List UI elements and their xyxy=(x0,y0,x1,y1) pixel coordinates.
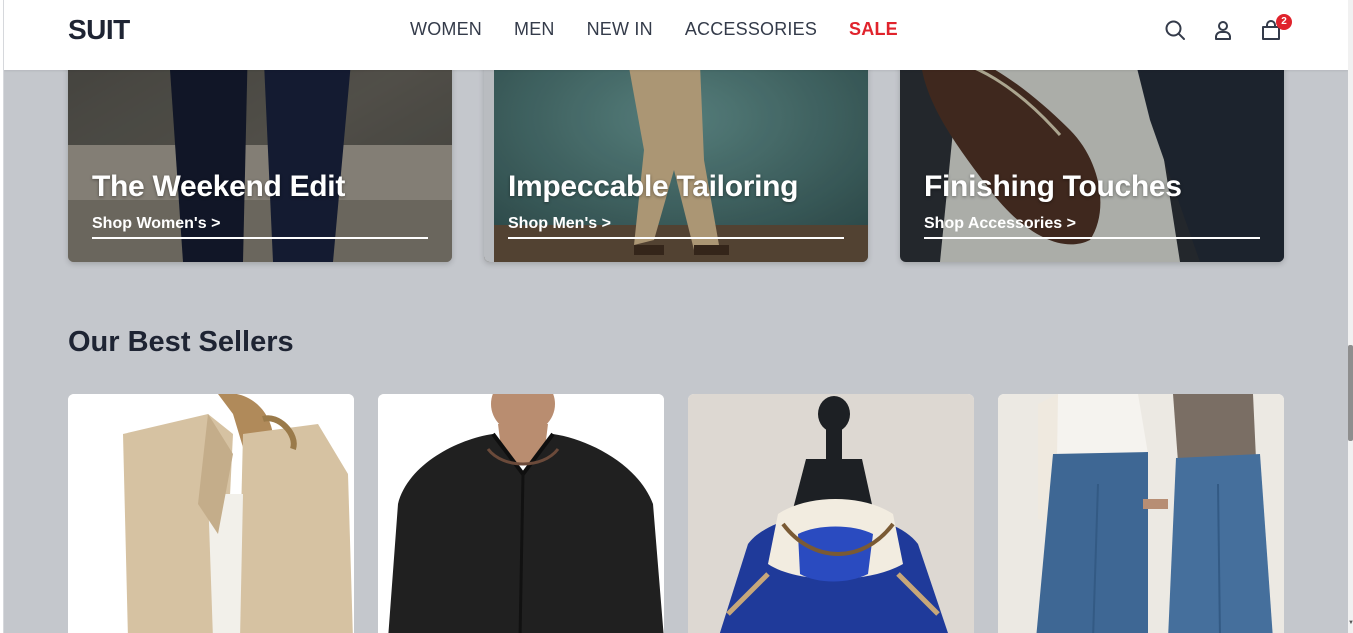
product-image-jeans xyxy=(998,394,1284,633)
category-card-men[interactable]: Impeccable Tailoring Shop Men's > xyxy=(484,40,868,262)
category-title: Impeccable Tailoring xyxy=(508,170,799,203)
category-title: Finishing Touches xyxy=(924,170,1182,203)
product-image-scarf xyxy=(688,394,974,633)
product-card-blazer[interactable] xyxy=(68,394,354,633)
product-card-silk-scarf[interactable] xyxy=(688,394,974,633)
product-image-blazer xyxy=(68,394,354,633)
product-image-shirt xyxy=(378,394,664,633)
cart-count-badge: 2 xyxy=(1276,14,1292,30)
shop-accessories-link[interactable]: Shop Accessories > xyxy=(924,215,1260,239)
product-card-linen-shirt[interactable] xyxy=(378,394,664,633)
category-title: The Weekend Edit xyxy=(92,170,346,203)
search-icon[interactable] xyxy=(1163,18,1187,42)
shop-men-link[interactable]: Shop Men's > xyxy=(508,215,844,239)
shop-women-link[interactable]: Shop Women's > xyxy=(92,215,428,239)
nav-sale[interactable]: SALE xyxy=(849,18,898,40)
site-logo[interactable]: SUIT xyxy=(68,14,130,46)
scroll-down-arrow-icon[interactable]: ▼ xyxy=(1348,619,1353,627)
window-edge xyxy=(0,0,4,633)
category-card-accessories[interactable]: Finishing Touches Shop Accessories > xyxy=(900,40,1284,262)
category-card-women[interactable]: The Weekend Edit Shop Women's > xyxy=(68,40,452,262)
nav-men[interactable]: MEN xyxy=(514,18,555,40)
nav-accessories[interactable]: ACCESSORIES xyxy=(685,18,817,40)
nav-women[interactable]: WOMEN xyxy=(410,18,482,40)
product-card-wide-jeans[interactable] xyxy=(998,394,1284,633)
main-nav: WOMEN MEN NEW IN ACCESSORIES SALE xyxy=(410,18,930,40)
page-scrollbar[interactable]: ▼ xyxy=(1348,0,1353,633)
user-icon[interactable] xyxy=(1211,18,1235,42)
site-header: SUIT WOMEN MEN NEW IN ACCESSORIES SALE 2 xyxy=(4,0,1348,70)
scrollbar-thumb[interactable] xyxy=(1348,345,1353,441)
nav-new-in[interactable]: NEW IN xyxy=(587,18,653,40)
best-sellers-heading: Our Best Sellers xyxy=(68,326,294,358)
